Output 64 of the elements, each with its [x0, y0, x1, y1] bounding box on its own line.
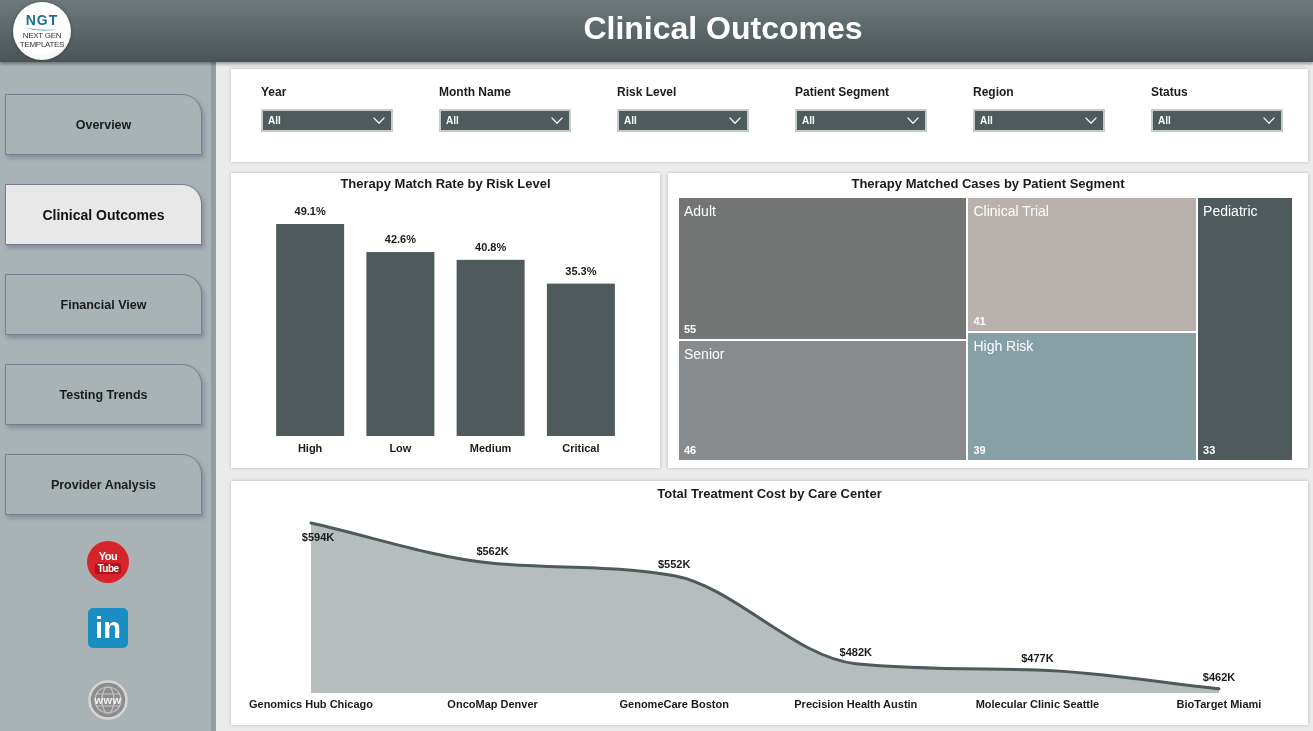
nav-button[interactable]: Overview [5, 94, 202, 155]
category-label: Medium [469, 442, 512, 454]
filter-dropdown[interactable]: All [1151, 109, 1283, 132]
filter-dropdown[interactable]: All [261, 109, 393, 132]
treemap-tile[interactable]: Adult 55 [679, 198, 967, 339]
value-label: $482K [839, 645, 872, 658]
tile-label: Senior [684, 345, 725, 363]
value-label: $562K [476, 545, 509, 558]
value-label: 35.3% [565, 264, 597, 277]
category-label: Precision Health Austin [794, 698, 918, 710]
tile-value: 55 [684, 322, 697, 336]
filter-dropdown[interactable]: All [973, 109, 1105, 132]
chevron-down-icon [907, 117, 919, 124]
logo-tagline: NEXT GEN TEMPLATES [18, 32, 66, 49]
value-label: 49.1% [294, 205, 326, 217]
value-label: $477K [1021, 652, 1054, 664]
value-label: $462K [1202, 670, 1236, 683]
category-label: BioTarget Miami [1176, 698, 1262, 710]
tile-label: Pediatric [1203, 203, 1258, 220]
linkedin-link[interactable]: in [88, 608, 128, 648]
tile-value: 46 [684, 444, 697, 457]
treemap-tile[interactable]: Pediatric 33 [1198, 198, 1292, 460]
filter-label: Patient Segment [795, 85, 890, 100]
nav-button[interactable]: Provider Analysis [5, 454, 202, 515]
filter-dropdown[interactable]: All [795, 109, 927, 132]
chevron-down-icon [1263, 117, 1275, 124]
category-label: GenomeCare Boston [619, 698, 729, 710]
value-label: $552K [658, 557, 691, 570]
chevron-down-icon [729, 117, 741, 124]
nav-button[interactable]: Testing Trends [5, 364, 202, 425]
filter-label: Risk Level [617, 85, 677, 100]
page-title: Clinical Outcomes [583, 9, 863, 47]
filter-label: Month Name [439, 85, 511, 100]
chevron-down-icon [373, 117, 385, 124]
chevron-down-icon [551, 117, 563, 124]
nav-button[interactable]: Financial View [5, 274, 202, 335]
nav-button[interactable]: Clinical Outcomes [5, 184, 202, 245]
tile-label: Adult [684, 203, 716, 220]
tile-value: 41 [973, 315, 986, 329]
chart-title: Total Treatment Cost by Care Center [657, 485, 882, 502]
youtube-link[interactable]: You Tube [87, 541, 129, 583]
tile-label: Clinical Trial [973, 203, 1049, 220]
category-label: Critical [562, 442, 600, 454]
category-label: OncoMap Denver [447, 698, 538, 710]
value-label: 40.8% [475, 240, 507, 253]
filter-dropdown[interactable]: All [439, 109, 571, 132]
value-label: $594K [301, 531, 335, 543]
category-label: Low [389, 442, 412, 454]
chevron-down-icon [1085, 117, 1097, 124]
tile-label: High Risk [973, 338, 1034, 356]
category-label: High [297, 442, 323, 454]
value-label: 42.6% [384, 233, 416, 246]
filter-dropdown[interactable]: All [617, 109, 749, 132]
category-label: Genomics Hub Chicago [248, 698, 374, 710]
filter-label: Status [1151, 85, 1188, 100]
tile-value: 33 [1203, 444, 1216, 457]
category-label: Molecular Clinic Seattle [975, 698, 1100, 710]
tile-value: 39 [973, 444, 986, 457]
globe-icon [88, 680, 128, 720]
chart-title: Therapy Matched Cases by Patient Segment [851, 175, 1125, 192]
filter-label: Year [261, 85, 287, 100]
logo-text: NGT [25, 13, 59, 27]
filter-label: Region [973, 85, 1014, 100]
chart-title: Therapy Match Rate by Risk Level [340, 175, 551, 192]
